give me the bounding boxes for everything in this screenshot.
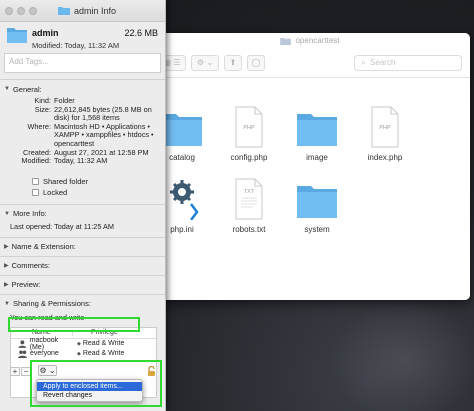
minimize-button[interactable] [17,7,25,15]
file-item[interactable]: TXT robots.txt [217,178,281,234]
share-icon: ⬆ [229,58,237,67]
file-label: robots.txt [232,225,266,234]
tag-button[interactable]: ◯ [247,54,265,71]
section-label: General: [12,84,42,94]
window-title: admin Info [74,5,117,16]
folder-icon [280,37,292,45]
finder-titlebar[interactable]: opencarttest [150,33,470,48]
table-row[interactable]: everyone ◆ Read & Write [11,349,156,359]
file-label: image [306,153,328,162]
info-titlebar[interactable]: admin Info [0,0,165,22]
file-label: system [304,225,330,234]
search-input[interactable]: ⌕ Search [354,54,462,71]
search-placeholder: Search [370,58,396,67]
folder-icon [162,114,202,146]
finder-toolbar: ▦ ☰ ⚙ ⌄ ⬆ ◯ ⌕ Search [150,48,470,78]
section-more-info[interactable]: ▼ More Info: [0,208,165,220]
disclosure-closed-icon: ▶ [4,263,9,270]
table-row[interactable]: macbook (Me) ◆ Read & Write [11,337,156,351]
disclosure-closed-icon: ▶ [4,282,9,289]
section-name-extension[interactable]: ▶ Name & Extension: [0,241,165,253]
disclosure-closed-icon: ▶ [4,244,9,251]
php-file-icon: PHP [235,106,263,148]
folder-icon [297,114,337,146]
file-label: index.php [367,153,403,162]
section-general[interactable]: ▼ General: [0,83,165,95]
php-file-icon: PHP [371,106,399,148]
svg-text:PHP: PHP [243,125,255,131]
file-item[interactable]: PHP config.php [217,106,281,162]
folder-icon [7,28,27,43]
tag-icon: ◯ [251,58,261,67]
folder-icon [297,186,337,218]
disclosure-open-icon: ▼ [4,300,10,307]
item-modified: Modified: Today, 11:32 AM [32,41,120,50]
close-button[interactable] [5,7,13,15]
size-row: Size: 22,612,845 bytes (25.8 MB on disk) … [34,104,152,123]
section-preview[interactable]: ▶ Preview: [0,279,165,291]
file-item[interactable]: image [285,108,349,162]
user-icon [18,340,27,348]
folder-icon [58,7,70,15]
info-window: admin Info admin 22.6 MB Modified: Today… [0,0,166,411]
privilege-popup[interactable]: ◆ Read & Write [73,350,124,357]
svg-text:PHP: PHP [379,125,391,131]
tags-placeholder: Add Tags... [9,57,49,66]
svg-text:TXT: TXT [244,189,255,195]
where-row: Where: Macintosh HD • Applications • XAMP… [27,121,154,148]
locked-checkbox[interactable]: Locked [0,187,165,198]
finder-title: opencarttest [295,36,340,45]
finder-file-grid: catalog PHP config.php image PHP index.p… [150,78,470,300]
highlight-everyone-row [8,317,140,332]
file-item[interactable]: PHP index.php [353,106,417,162]
permissions-toolbar: + − [10,367,32,376]
disclosure-open-icon: ▼ [4,86,10,92]
checkbox-icon [32,177,39,185]
search-icon: ⌕ [361,57,367,67]
window-controls [5,7,41,15]
add-user-button[interactable]: + [10,367,20,376]
grid-icon: ▦ ☰ [163,58,181,67]
gear-icon: ⚙ ⌄ [196,58,214,67]
file-item[interactable]: system [285,180,349,234]
modified-row: Modified: Today, 11:32 AM [21,156,108,166]
share-button[interactable]: ⬆ [224,54,242,71]
zoom-button[interactable] [29,7,37,15]
settings-file-icon [170,180,199,221]
txt-file-icon: TXT [235,178,263,220]
action-gear-button[interactable]: ⚙ ⌄ [191,54,219,71]
last-opened: Last opened: Today at 11:25 AM [10,221,114,231]
item-name: admin [32,28,59,38]
section-comments[interactable]: ▶ Comments: [0,260,165,272]
checkbox-icon [32,188,39,196]
file-label: config.php [230,153,268,162]
privilege-popup[interactable]: ◆ Read & Write [73,340,124,347]
tags-input[interactable]: Add Tags... [4,53,161,73]
info-header: admin 22.6 MB Modified: Today, 11:32 AM [0,22,165,53]
disclosure-open-icon: ▼ [4,210,10,217]
item-size: 22.6 MB [124,28,158,38]
finder-window: opencarttest ▦ ☰ ⚙ ⌄ ⬆ ◯ ⌕ Search catalo… [150,33,470,300]
section-sharing[interactable]: ▼ Sharing & Permissions: [0,298,165,310]
updown-icon: ◆ [77,340,81,347]
updown-icon: ◆ [77,350,81,357]
group-icon [18,350,27,358]
highlight-action-menu [30,360,162,407]
shared-folder-checkbox[interactable]: Shared folder [0,176,165,187]
